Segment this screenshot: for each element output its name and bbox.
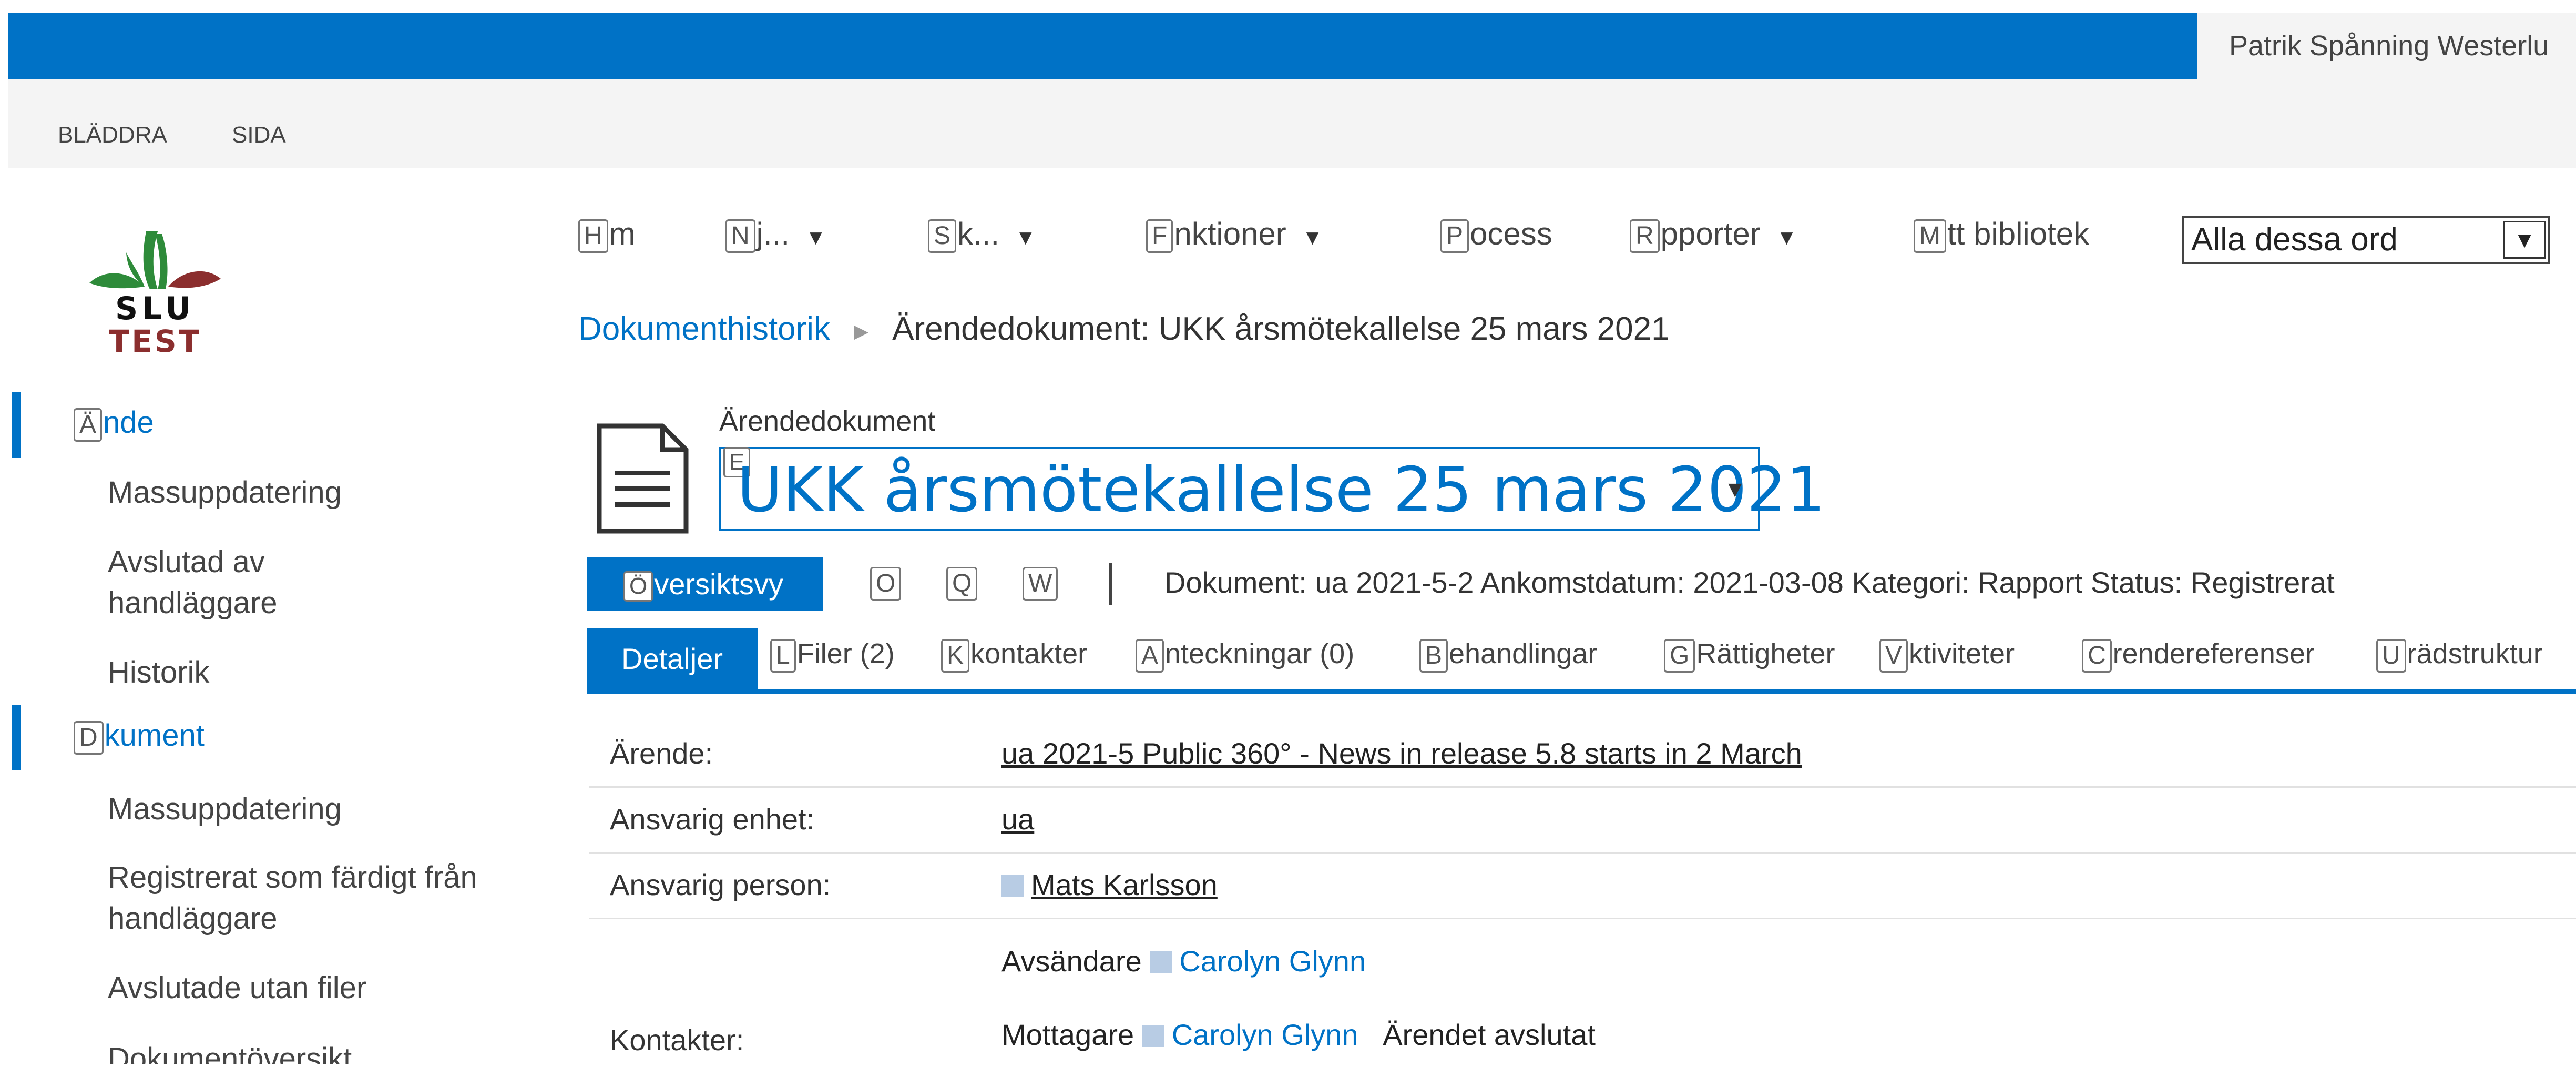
person-status-icon <box>1001 875 1024 897</box>
quick-launch-heading-dokument[interactable]: Dkument <box>74 718 205 755</box>
ribbon: BLÄDDRA SIDA <box>8 79 2576 168</box>
divider <box>1109 563 1112 605</box>
quick-launch-indicator <box>12 705 21 770</box>
quick-launch-item[interactable]: Avslutade utan filer <box>108 968 366 1009</box>
action-w-button[interactable]: W <box>1023 567 1058 601</box>
tab-case-references[interactable]: Crendereferenser <box>2082 637 2315 673</box>
quick-launch-item[interactable]: Avslutad av handläggare <box>108 542 392 624</box>
chevron-down-icon: ▼ <box>805 226 826 249</box>
tab-activities[interactable]: Vktiviteter <box>1879 637 2015 673</box>
ribbon-tab-page[interactable]: SIDA <box>232 122 286 148</box>
logo-text-test: TEST <box>108 323 202 359</box>
contact-sender: Avsändare Carolyn Glynn <box>1001 944 1366 978</box>
tab-files[interactable]: L Filer (2) <box>770 637 895 673</box>
chevron-down-icon: ▼ <box>1776 226 1797 249</box>
detail-label: Ärende: <box>610 737 713 770</box>
contact-receiver: Mottagare Carolyn Glynn Ärendet avslutat <box>1001 1018 1596 1051</box>
breadcrumb: Dokumenthistorik ▶ Ärendedokument: UKK å… <box>578 310 1670 348</box>
chevron-down-icon: ▼ <box>1015 226 1036 249</box>
contact-status-icon <box>1150 951 1172 973</box>
tab-underline <box>587 689 2576 694</box>
breadcrumb-current: Ärendedokument: UKK årsmötekallelse 25 m… <box>892 311 1670 347</box>
contact-link[interactable]: Carolyn Glynn <box>1179 944 1366 978</box>
action-o-button[interactable]: O <box>870 567 902 601</box>
overview-button[interactable]: Översiktsvy <box>587 557 823 611</box>
unit-link[interactable]: ua <box>1001 802 1034 836</box>
chevron-down-icon[interactable]: ▼ <box>1723 476 1746 503</box>
breadcrumb-separator-icon: ▶ <box>854 320 868 342</box>
quick-launch-item[interactable]: Massuppdatering <box>108 472 342 513</box>
detail-label: Kontakter: <box>610 1023 744 1056</box>
topnav-my-library[interactable]: Mtt bibliotek <box>1914 216 2089 253</box>
suite-bar: Patrik Spånning Westerlu <box>8 13 2576 79</box>
document-icon <box>594 421 691 536</box>
topnav-new[interactable]: Nj... ▼ <box>725 216 826 253</box>
search-scope-select[interactable]: Alla dessa ord ▾ <box>2182 216 2550 264</box>
case-link[interactable]: ua 2021-5 Public 360° - News in release … <box>1001 736 1802 770</box>
topnav-functions[interactable]: Fnktioner ▼ <box>1146 216 1323 253</box>
detail-label: Ansvarig enhet: <box>610 802 815 836</box>
quick-launch-item[interactable]: Massuppdatering <box>108 789 342 830</box>
tab-tree-structure[interactable]: Urädstruktur <box>2376 637 2576 673</box>
responsible-person: Mats Karlsson <box>1001 868 1218 902</box>
quick-launch-indicator <box>12 392 21 458</box>
person-link[interactable]: Mats Karlsson <box>1031 868 1218 901</box>
user-menu[interactable]: Patrik Spånning Westerlu <box>2197 13 2576 79</box>
document-title-field[interactable]: E UKK årsmötekallelse 25 mars 2021 ▼ <box>719 447 1826 531</box>
topnav-process[interactable]: Pocess <box>1440 216 1552 253</box>
tab-notes[interactable]: Anteckningar (0) <box>1136 637 1354 673</box>
document-meta: Dokument: ua 2021-5-2 Ankomstdatum: 2021… <box>1164 566 2335 599</box>
tab-contacts[interactable]: Kkontakter <box>941 637 1087 673</box>
contact-link[interactable]: Carolyn Glynn <box>1172 1018 1358 1051</box>
action-q-button[interactable]: Q <box>946 567 978 601</box>
document-type: Ärendedokument <box>719 405 936 437</box>
tab-permissions[interactable]: G Rättigheter <box>1664 637 1835 673</box>
row-divider <box>589 918 2576 919</box>
topnav-home[interactable]: Hm <box>578 216 636 253</box>
breadcrumb-link[interactable]: Dokumenthistorik <box>578 311 830 347</box>
chevron-down-icon: ▼ <box>1302 226 1323 249</box>
chevron-down-icon[interactable]: ▾ <box>2503 221 2546 259</box>
quick-launch-item[interactable]: Historik <box>108 652 209 693</box>
document-title: UKK årsmötekallelse 25 mars 2021 <box>737 453 1826 526</box>
detail-label: Ansvarig person: <box>610 868 831 901</box>
topnav-reports[interactable]: Rpporter ▼ <box>1630 216 1797 253</box>
row-divider <box>589 786 2576 788</box>
contact-status-icon <box>1142 1025 1164 1047</box>
tab-details[interactable]: Detaljer <box>587 628 758 689</box>
tab-treatments[interactable]: Behandlingar <box>1419 637 1597 673</box>
quick-launch-item[interactable]: Registrerat som färdigt från handläggare <box>108 857 497 939</box>
logo-text-slu: SLU <box>115 290 196 327</box>
ribbon-tab-browse[interactable]: BLÄDDRA <box>58 122 167 148</box>
slu-test-logo[interactable]: SLU TEST <box>79 221 231 359</box>
quick-launch-heading-arende[interactable]: Ände <box>74 405 154 442</box>
row-divider <box>589 852 2576 854</box>
quick-launch-item[interactable]: Dokumentöversikt <box>108 1039 352 1064</box>
topnav-search[interactable]: Sk... ▼ <box>928 216 1036 253</box>
